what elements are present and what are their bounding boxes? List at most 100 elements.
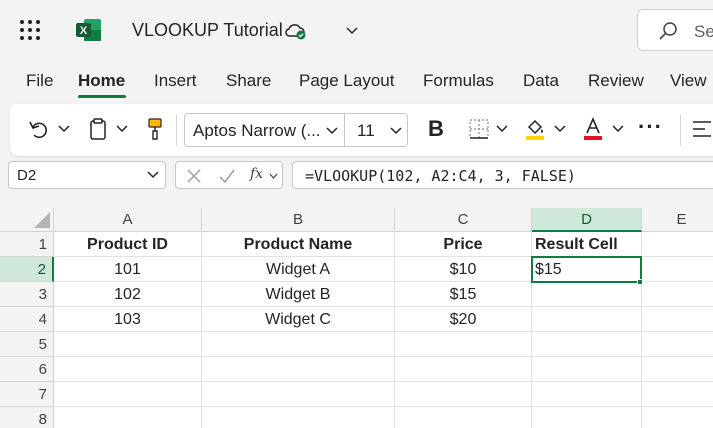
insert-function-button[interactable]: fx: [250, 166, 263, 182]
select-all-corner[interactable]: [0, 208, 54, 232]
cell-b4[interactable]: Widget C: [202, 307, 395, 332]
column-header-d[interactable]: D: [532, 208, 642, 232]
clipboard-icon[interactable]: [88, 117, 108, 141]
cell-e1[interactable]: [642, 232, 713, 257]
cell-c1[interactable]: Price: [395, 232, 532, 257]
cell-e7[interactable]: [642, 382, 713, 407]
cell-d5[interactable]: [532, 332, 642, 357]
tab-share[interactable]: Share: [226, 71, 271, 91]
cell-c4[interactable]: $20: [395, 307, 532, 332]
cell-d3[interactable]: [532, 282, 642, 307]
font-size-divider: [344, 114, 345, 146]
cell-d8[interactable]: [532, 407, 642, 428]
row-header-4[interactable]: 4: [0, 307, 54, 332]
name-box-chevron-down-icon[interactable]: [147, 170, 159, 180]
cell-e4[interactable]: [642, 307, 713, 332]
cell-e8[interactable]: [642, 407, 713, 428]
font-size-value[interactable]: 11: [357, 121, 375, 141]
cell-a4[interactable]: 103: [54, 307, 202, 332]
tab-file[interactable]: File: [26, 71, 53, 91]
toolbar-divider-2: [680, 114, 681, 146]
tab-insert[interactable]: Insert: [154, 71, 197, 91]
undo-chevron-down-icon[interactable]: [58, 124, 70, 134]
cell-c2[interactable]: $10: [395, 257, 532, 282]
font-color-icon[interactable]: [582, 116, 604, 142]
cell-b7[interactable]: [202, 382, 395, 407]
column-header-a[interactable]: A: [54, 208, 202, 232]
row-header-2[interactable]: 2: [0, 257, 54, 282]
cell-e5[interactable]: [642, 332, 713, 357]
cell-a2[interactable]: 101: [54, 257, 202, 282]
row-header-1[interactable]: 1: [0, 232, 54, 257]
row-header-6[interactable]: 6: [0, 357, 54, 382]
more-options-button[interactable]: ···: [638, 114, 663, 140]
title-chevron-down-icon[interactable]: [345, 23, 359, 37]
confirm-icon[interactable]: [218, 168, 236, 184]
app-launcher-icon[interactable]: [20, 20, 40, 40]
borders-icon[interactable]: [468, 118, 490, 140]
select-all-icon: [34, 212, 50, 228]
borders-chevron-down-icon[interactable]: [496, 124, 508, 134]
document-title[interactable]: VLOOKUP Tutorial: [132, 20, 283, 41]
cell-b2[interactable]: Widget A: [202, 257, 395, 282]
font-color-swatch: [584, 136, 602, 140]
fx-chevron-down-icon[interactable]: [269, 173, 278, 180]
font-name-value: Aptos Narrow (...: [193, 121, 321, 140]
column-header-b[interactable]: B: [202, 208, 395, 232]
tab-view[interactable]: View: [670, 71, 707, 91]
cell-a6[interactable]: [54, 357, 202, 382]
cell-e6[interactable]: [642, 357, 713, 382]
bold-button[interactable]: B: [428, 116, 444, 142]
font-size-chevron-down-icon[interactable]: [390, 126, 402, 136]
column-header-e[interactable]: E: [642, 208, 713, 232]
cell-c3[interactable]: $15: [395, 282, 532, 307]
row-header-5[interactable]: 5: [0, 332, 54, 357]
cell-a3[interactable]: 102: [54, 282, 202, 307]
cell-d1[interactable]: Result Cell: [532, 232, 642, 257]
cell-a8[interactable]: [54, 407, 202, 428]
font-selector[interactable]: Aptos Narrow (... 11: [184, 113, 408, 147]
cloud-saved-icon[interactable]: [284, 21, 308, 41]
undo-icon[interactable]: [28, 118, 50, 140]
cell-c8[interactable]: [395, 407, 532, 428]
cell-d2[interactable]: $15: [532, 257, 642, 282]
name-box[interactable]: D2: [8, 161, 166, 189]
format-painter-icon[interactable]: [146, 117, 164, 141]
tab-data[interactable]: Data: [523, 71, 559, 91]
row-header-3[interactable]: 3: [0, 282, 54, 307]
fill-handle[interactable]: [637, 279, 643, 285]
search-icon: [659, 22, 677, 40]
tab-page-layout[interactable]: Page Layout: [299, 71, 394, 91]
tab-formulas[interactable]: Formulas: [423, 71, 494, 91]
search-box[interactable]: Sea: [637, 9, 713, 51]
font-color-chevron-down-icon[interactable]: [612, 124, 624, 134]
tab-home[interactable]: Home: [78, 71, 125, 91]
cell-c5[interactable]: [395, 332, 532, 357]
cell-b3[interactable]: Widget B: [202, 282, 395, 307]
row-header-7[interactable]: 7: [0, 382, 54, 407]
formula-input[interactable]: =VLOOKUP(102, A2:C4, 3, FALSE): [292, 161, 713, 189]
cell-c6[interactable]: [395, 357, 532, 382]
cell-b5[interactable]: [202, 332, 395, 357]
cell-c7[interactable]: [395, 382, 532, 407]
fill-color-chevron-down-icon[interactable]: [554, 124, 566, 134]
paste-chevron-down-icon[interactable]: [116, 124, 128, 134]
cell-b6[interactable]: [202, 357, 395, 382]
align-left-icon[interactable]: [692, 120, 712, 138]
tab-review[interactable]: Review: [588, 71, 644, 91]
cell-b1[interactable]: Product Name: [202, 232, 395, 257]
cell-d6[interactable]: [532, 357, 642, 382]
cancel-icon[interactable]: [186, 168, 202, 184]
column-header-c[interactable]: C: [395, 208, 532, 232]
row-header-8[interactable]: 8: [0, 407, 54, 428]
cell-d4[interactable]: [532, 307, 642, 332]
fill-color-icon[interactable]: [524, 116, 546, 142]
cell-a1[interactable]: Product ID: [54, 232, 202, 257]
cell-b8[interactable]: [202, 407, 395, 428]
cell-e2[interactable]: [642, 257, 713, 282]
cell-a7[interactable]: [54, 382, 202, 407]
cell-d7[interactable]: [532, 382, 642, 407]
cell-a5[interactable]: [54, 332, 202, 357]
cell-e3[interactable]: [642, 282, 713, 307]
font-chevron-down-icon[interactable]: [326, 126, 338, 136]
